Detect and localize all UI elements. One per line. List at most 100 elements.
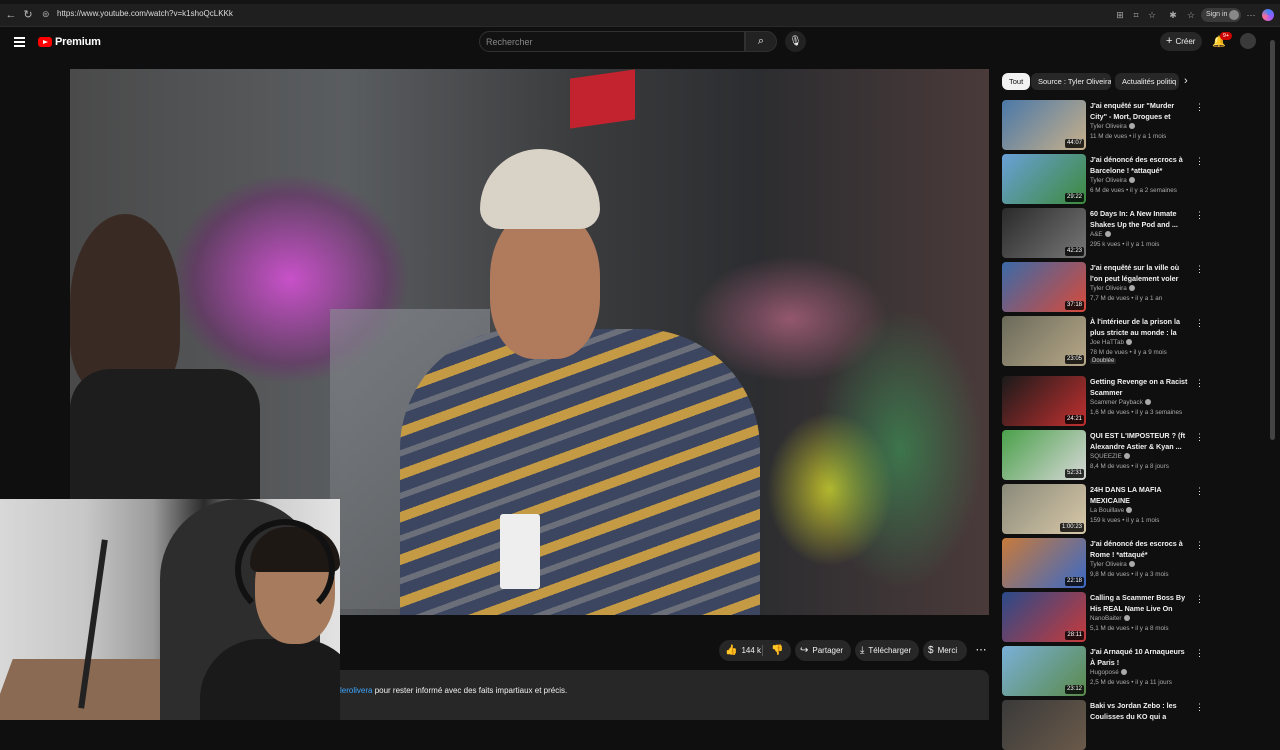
description-link[interactable]: lerolivera — [340, 686, 372, 695]
recommendation-channel[interactable]: Tyler Oliveira — [1090, 123, 1135, 130]
recommendation-channel[interactable]: Tyler Oliveira — [1090, 285, 1135, 292]
recommendation-thumbnail[interactable]: 44:07 — [1002, 100, 1086, 150]
address-bar[interactable]: ⊜ https://www.youtube.com/watch?v=k1shoQ… — [38, 7, 1188, 23]
site-info-icon[interactable]: ⊜ — [42, 9, 52, 19]
search-button[interactable]: ⌕ — [745, 31, 777, 52]
more-options-icon[interactable]: ⋮ — [1195, 539, 1204, 551]
recommendation-title[interactable]: J'ai enquêté sur la ville où l'on peut l… — [1090, 263, 1190, 284]
apps-icon[interactable]: ⊞ — [1115, 10, 1125, 20]
recommendation-channel[interactable]: SQUEEZIE — [1090, 453, 1130, 460]
recommendation-thumbnail[interactable]: 29:22 — [1002, 154, 1086, 204]
recommendation-title[interactable]: QUI EST L'IMPOSTEUR ? (ft Alexandre Asti… — [1090, 431, 1190, 452]
more-options-icon[interactable]: ⋮ — [1195, 701, 1204, 713]
download-button[interactable]: ⤓ Télécharger — [855, 640, 919, 661]
video-id-badge — [500, 514, 540, 589]
recommendation-thumbnail[interactable]: 23:05 — [1002, 316, 1086, 366]
verified-icon — [1123, 615, 1130, 621]
recommendation-title[interactable]: 60 Days In: A New Inmate Shakes Up the P… — [1090, 209, 1190, 230]
recommendation-thumbnail[interactable] — [1002, 700, 1086, 750]
chip-source[interactable]: Source : Tyler Oliveira — [1031, 73, 1111, 90]
recommendation-channel[interactable]: La Bouillave — [1090, 507, 1133, 514]
recommendation-title[interactable]: J'ai dénoncé des escrocs à Rome ! *attaq… — [1090, 539, 1190, 560]
recommendation-title[interactable]: Calling a Scammer Boss By His REAL Name … — [1090, 593, 1190, 614]
copilot-icon[interactable] — [1262, 9, 1274, 21]
recommendation-item[interactable]: 24:21 Getting Revenge on a Racist Scammer… — [1002, 376, 1207, 426]
more-options-icon[interactable]: ⋮ — [1195, 485, 1204, 497]
translate-icon[interactable]: ⌗ — [1131, 10, 1141, 20]
recommendation-channel[interactable]: Joe HaTTab — [1090, 339, 1132, 346]
recommendation-title[interactable]: À l'intérieur de la prison la plus stric… — [1090, 317, 1190, 338]
more-options-icon[interactable]: ⋮ — [1195, 263, 1204, 275]
like-button[interactable]: 👍 144 k — [725, 640, 761, 661]
youtube-logo[interactable]: Premium — [38, 35, 101, 49]
favorites-icon[interactable]: ☆ — [1186, 10, 1196, 20]
scrollbar[interactable] — [1270, 40, 1275, 440]
recommendation-channel[interactable]: A&E — [1090, 231, 1111, 238]
chip-politics[interactable]: Actualités politiq — [1115, 73, 1179, 90]
recommendation-title[interactable]: J'ai dénoncé des escrocs à Barcelone ! *… — [1090, 155, 1190, 176]
description-box[interactable]: lerolivera pour rester informé avec des … — [340, 670, 989, 720]
recommendation-channel[interactable]: Tyler Oliveira — [1090, 177, 1135, 184]
recommendation-item[interactable]: 23:12 J'ai Arnaqué 10 Arnaqueurs À Paris … — [1002, 646, 1207, 696]
recommendation-thumbnail[interactable]: 22:18 — [1002, 538, 1086, 588]
recommendation-item[interactable]: 44:07 J'ai enquêté sur "Murder City" - Mo… — [1002, 100, 1207, 150]
recommendation-channel[interactable]: Scammer Payback — [1090, 399, 1151, 406]
more-options-icon[interactable]: ⋮ — [1195, 431, 1204, 443]
reload-icon[interactable]: ↻ — [22, 9, 34, 21]
more-options-icon[interactable]: ⋮ — [1195, 317, 1204, 329]
back-icon[interactable]: ← — [5, 9, 17, 21]
account-avatar[interactable] — [1240, 33, 1256, 49]
recommendation-title[interactable]: Getting Revenge on a Racist Scammer — [1090, 377, 1190, 398]
recommendation-channel[interactable]: NanoBaiter — [1090, 615, 1130, 622]
recommendation-title[interactable]: Baki vs Jordan Zebo : les Coulisses du K… — [1090, 701, 1190, 722]
recommendation-item[interactable]: 29:22 J'ai dénoncé des escrocs à Barcelon… — [1002, 154, 1207, 204]
voice-search-button[interactable]: 🎙 — [785, 31, 806, 52]
browser-signin-button[interactable]: Sign in — [1201, 8, 1241, 22]
chip-all[interactable]: Tout — [1002, 73, 1031, 90]
recommendation-item[interactable]: 52:31 QUI EST L'IMPOSTEUR ? (ft Alexandre… — [1002, 430, 1207, 480]
menu-icon[interactable] — [14, 37, 25, 47]
recommendation-title[interactable]: J'ai enquêté sur "Murder City" - Mort, D… — [1090, 101, 1190, 122]
recommendation-item[interactable]: Baki vs Jordan Zebo : les Coulisses du K… — [1002, 700, 1207, 750]
chevron-right-icon[interactable]: › — [1184, 75, 1196, 88]
more-actions-icon[interactable]: ⋯ — [972, 640, 990, 661]
more-options-icon[interactable]: ⋮ — [1195, 647, 1204, 659]
verified-icon — [1104, 231, 1111, 237]
more-options-icon[interactable]: ⋮ — [1195, 377, 1204, 389]
recommendation-item[interactable]: 22:18 J'ai dénoncé des escrocs à Rome ! *… — [1002, 538, 1207, 588]
extensions-icon[interactable]: ✱ — [1168, 10, 1178, 20]
notifications-button[interactable]: 🔔 9+ — [1212, 32, 1232, 49]
browser-menu-icon[interactable]: ⋯ — [1246, 10, 1256, 20]
recommendation-title[interactable]: J'ai Arnaqué 10 Arnaqueurs À Paris ! — [1090, 647, 1190, 668]
share-button[interactable]: ↪ Partager — [795, 640, 851, 661]
recommendation-channel[interactable]: Hugoposé — [1090, 669, 1127, 676]
recommendation-item[interactable]: 37:18 J'ai enquêté sur la ville où l'on p… — [1002, 262, 1207, 312]
create-button[interactable]: + Créer — [1160, 32, 1202, 51]
more-options-icon[interactable]: ⋮ — [1195, 101, 1204, 113]
youtube-play-icon — [38, 37, 52, 47]
recommendation-thumbnail[interactable]: 42:23 — [1002, 208, 1086, 258]
recommendation-item[interactable]: 1:00:23 24H DANS LA MAFIA MEXICAINE La Bou… — [1002, 484, 1207, 534]
recommendation-thumbnail[interactable]: 23:12 — [1002, 646, 1086, 696]
thanks-button[interactable]: $ Merci — [923, 640, 967, 661]
recommendation-item[interactable]: 42:23 60 Days In: A New Inmate Shakes Up … — [1002, 208, 1207, 258]
recommendation-thumbnail[interactable]: 24:21 — [1002, 376, 1086, 426]
more-options-icon[interactable]: ⋮ — [1195, 593, 1204, 605]
search-input[interactable] — [486, 34, 736, 50]
more-options-icon[interactable]: ⋮ — [1195, 155, 1204, 167]
recommendation-channel[interactable]: Tyler Oliveira — [1090, 561, 1135, 568]
signin-label: Sign in — [1206, 11, 1228, 18]
recommendation-item[interactable]: 23:05 À l'intérieur de la prison la plus … — [1002, 316, 1207, 366]
recommendation-thumbnail[interactable]: 37:18 — [1002, 262, 1086, 312]
recommendation-thumbnail[interactable]: 52:31 — [1002, 430, 1086, 480]
recommendation-title[interactable]: 24H DANS LA MAFIA MEXICAINE — [1090, 485, 1190, 506]
video-duration: 24:21 — [1064, 415, 1084, 424]
recommendation-thumbnail[interactable]: 28:11 — [1002, 592, 1086, 642]
more-options-icon[interactable]: ⋮ — [1195, 209, 1204, 221]
recommendation-item[interactable]: 28:11 Calling a Scammer Boss By His REAL … — [1002, 592, 1207, 642]
recommendation-thumbnail[interactable]: 1:00:23 — [1002, 484, 1086, 534]
bookmark-star-icon[interactable]: ☆ — [1147, 10, 1157, 20]
like-count: 144 k — [741, 646, 762, 655]
verified-icon — [1128, 285, 1135, 291]
dislike-button[interactable]: 👎 — [771, 640, 783, 661]
